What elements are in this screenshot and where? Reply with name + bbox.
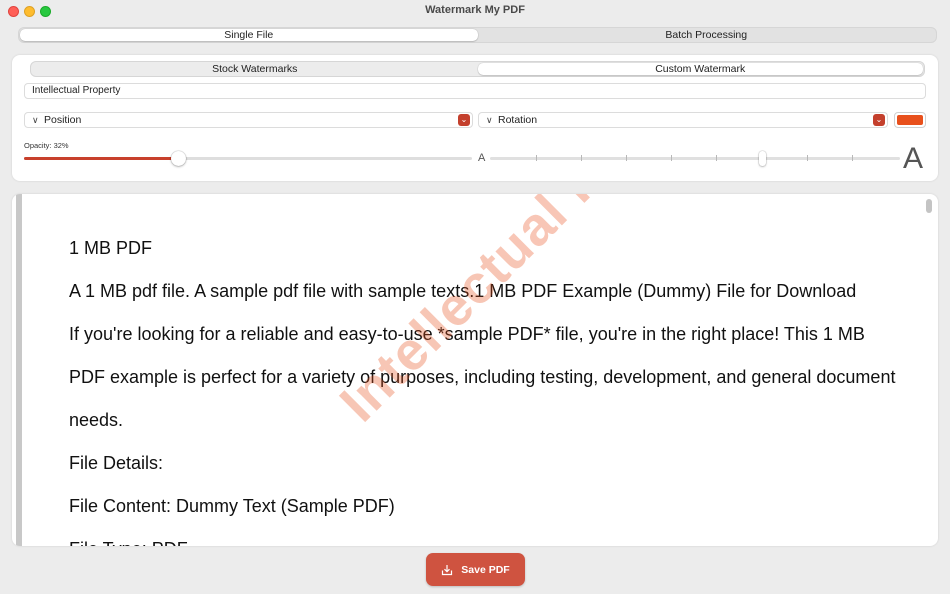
save-pdf-label: Save PDF bbox=[461, 563, 510, 576]
size-slider-track[interactable] bbox=[490, 157, 900, 160]
opacity-label: Opacity: 32% bbox=[24, 141, 69, 150]
rotation-select[interactable]: ∨ Rotation ⌄ bbox=[478, 112, 888, 128]
tab-custom-watermark[interactable]: Custom Watermark bbox=[477, 63, 923, 75]
chevron-down-icon: ∨ bbox=[486, 115, 493, 125]
page-edge bbox=[16, 194, 22, 546]
color-picker-well[interactable] bbox=[894, 112, 926, 128]
tab-batch-processing[interactable]: Batch Processing bbox=[478, 29, 936, 41]
doc-paragraph: File Details: bbox=[69, 453, 164, 473]
doc-paragraph: File Type: PDF bbox=[69, 528, 899, 546]
size-slider-tick bbox=[581, 155, 582, 161]
chevron-down-icon: ∨ bbox=[32, 115, 39, 125]
position-select-label: Position bbox=[44, 114, 82, 126]
size-slider-tick bbox=[536, 155, 537, 161]
pdf-preview[interactable]: 1 MB PDF A 1 MB pdf file. A sample pdf f… bbox=[12, 194, 938, 546]
size-max-icon: A bbox=[903, 142, 924, 175]
size-slider-thumb[interactable] bbox=[759, 151, 766, 166]
size-slider-tick bbox=[671, 155, 672, 161]
size-slider-tick bbox=[852, 155, 853, 161]
title-bar: Watermark My PDF bbox=[0, 0, 950, 22]
size-slider-tick bbox=[716, 155, 717, 161]
size-slider-tick bbox=[807, 155, 808, 161]
tab-stock-watermarks[interactable]: Stock Watermarks bbox=[32, 63, 478, 75]
mode-segmented-control: Single File Batch Processing bbox=[18, 27, 937, 43]
opacity-slider-thumb[interactable] bbox=[171, 151, 186, 166]
save-download-icon bbox=[442, 564, 453, 575]
position-select[interactable]: ∨ Position ⌄ bbox=[24, 112, 473, 128]
doc-paragraph: File Content: Dummy Text (Sample PDF) bbox=[69, 496, 395, 516]
doc-paragraph: If you're looking for a reliable and eas… bbox=[69, 324, 896, 430]
rotation-select-label: Rotation bbox=[498, 114, 538, 126]
watermark-type-segmented-control: Stock Watermarks Custom Watermark bbox=[30, 61, 925, 77]
watermark-text-input[interactable]: Intellectual Property bbox=[24, 83, 926, 99]
color-swatch bbox=[897, 115, 923, 125]
dropdown-arrows-icon[interactable]: ⌄ bbox=[873, 114, 885, 126]
size-min-icon: A bbox=[478, 152, 486, 164]
save-pdf-button[interactable]: Save PDF bbox=[426, 553, 525, 586]
opacity-slider-track[interactable] bbox=[24, 157, 472, 160]
opacity-slider-fill bbox=[24, 157, 177, 160]
window-title: Watermark My PDF bbox=[425, 4, 525, 16]
size-slider-tick bbox=[626, 155, 627, 161]
vertical-scrollbar-thumb[interactable] bbox=[926, 199, 932, 213]
dropdown-arrows-icon[interactable]: ⌄ bbox=[458, 114, 470, 126]
tab-single-file[interactable]: Single File bbox=[20, 29, 478, 41]
